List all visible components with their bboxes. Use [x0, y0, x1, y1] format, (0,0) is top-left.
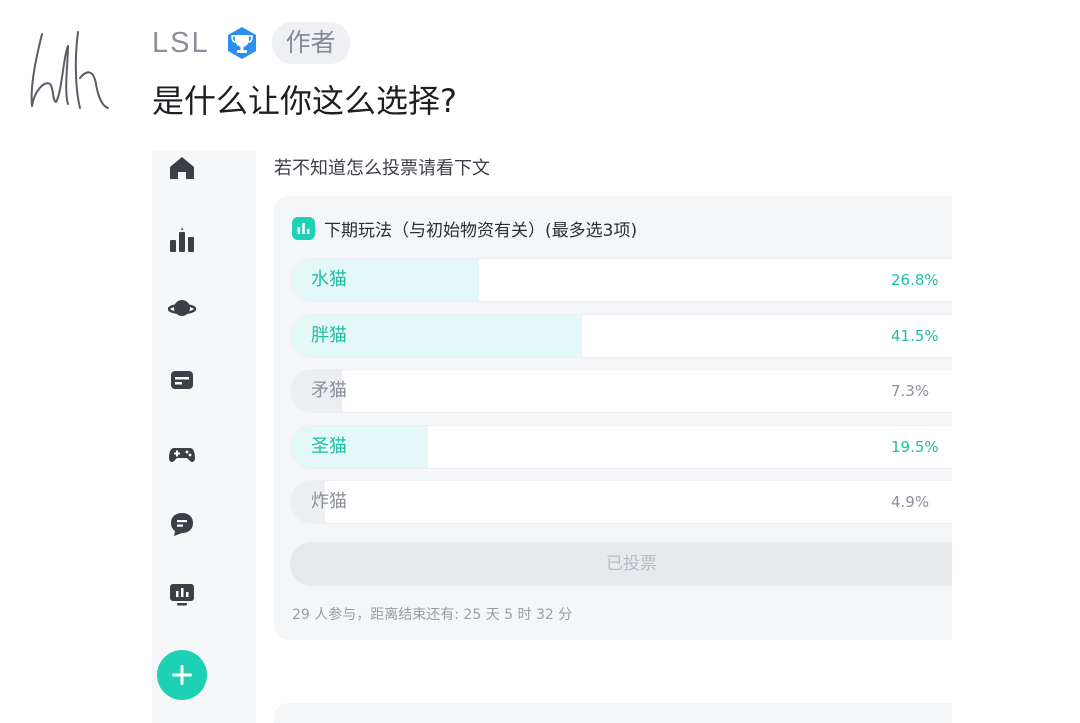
- post-content: 若不知道怎么投票请看下文 下期玩法（与初始物资有关）(最多选3项) 水猫 26.…: [256, 150, 952, 723]
- plus-icon: [172, 665, 192, 685]
- monitor-chart-icon[interactable]: [168, 580, 196, 608]
- home-icon[interactable]: [168, 154, 196, 182]
- poll-option-percent: 26.8%: [891, 271, 939, 289]
- ranking-icon[interactable]: [168, 226, 196, 254]
- poll-title: 下期玩法（与初始物资有关）(最多选3项): [324, 220, 638, 241]
- poll-option-label: 圣猫: [311, 435, 347, 457]
- add-button[interactable]: [157, 650, 207, 700]
- author-name[interactable]: LSL: [152, 27, 210, 60]
- sidebar: [152, 150, 256, 723]
- poll-option[interactable]: 胖猫 41.5%: [290, 313, 952, 358]
- poll-option-label: 胖猫: [311, 324, 347, 346]
- planet-icon[interactable]: [168, 294, 196, 322]
- comment-text: 是什么让你这么选择?: [152, 82, 457, 120]
- poll-header: 下期玩法（与初始物资有关）(最多选3项): [292, 216, 638, 241]
- poll-option-label: 水猫: [311, 269, 347, 290]
- poll-option[interactable]: 水猫 26.8%: [290, 258, 952, 302]
- vote-hint-text: 若不知道怎么投票请看下文: [274, 158, 490, 179]
- poll-option-percent: 4.9%: [891, 493, 930, 512]
- poll-option[interactable]: 圣猫 19.5%: [290, 424, 952, 469]
- next-card: [274, 703, 952, 723]
- poll-option[interactable]: 炸猫 4.9%: [290, 480, 952, 525]
- card-icon[interactable]: [168, 366, 196, 394]
- author-row: LSL 作者: [152, 22, 350, 64]
- poll-option-label: 炸猫: [311, 491, 347, 513]
- chat-icon[interactable]: [168, 510, 196, 538]
- poll-option-percent: 41.5%: [891, 326, 939, 345]
- poll-options: 水猫 26.8% 胖猫 41.5% 矛猫 7.3% 圣猫 19.5% 炸猫 4.…: [290, 258, 952, 536]
- poll-option-percent: 7.3%: [891, 382, 930, 401]
- comment-screen: LSL 作者 是什么让你这么选择? 若不知道怎么投票请看下文 下期玩法（与初始物…: [0, 0, 1080, 723]
- poll-option-label: 矛猫: [311, 380, 347, 402]
- voted-button[interactable]: 已投票: [290, 542, 952, 586]
- author-tag: 作者: [271, 22, 350, 64]
- poll-option-percent: 19.5%: [891, 437, 939, 456]
- poll-option[interactable]: 矛猫 7.3%: [290, 369, 952, 414]
- poll-chart-icon: [292, 216, 315, 240]
- trophy-badge-icon: [227, 27, 256, 59]
- avatar[interactable]: [22, 22, 118, 118]
- gamepad-icon[interactable]: [168, 440, 196, 468]
- poll-card: 下期玩法（与初始物资有关）(最多选3项) 水猫 26.8% 胖猫 41.5% 矛…: [274, 196, 952, 640]
- poll-meta: 29 人参与，距离结束还有: 25 天 5 时 32 分: [292, 607, 573, 623]
